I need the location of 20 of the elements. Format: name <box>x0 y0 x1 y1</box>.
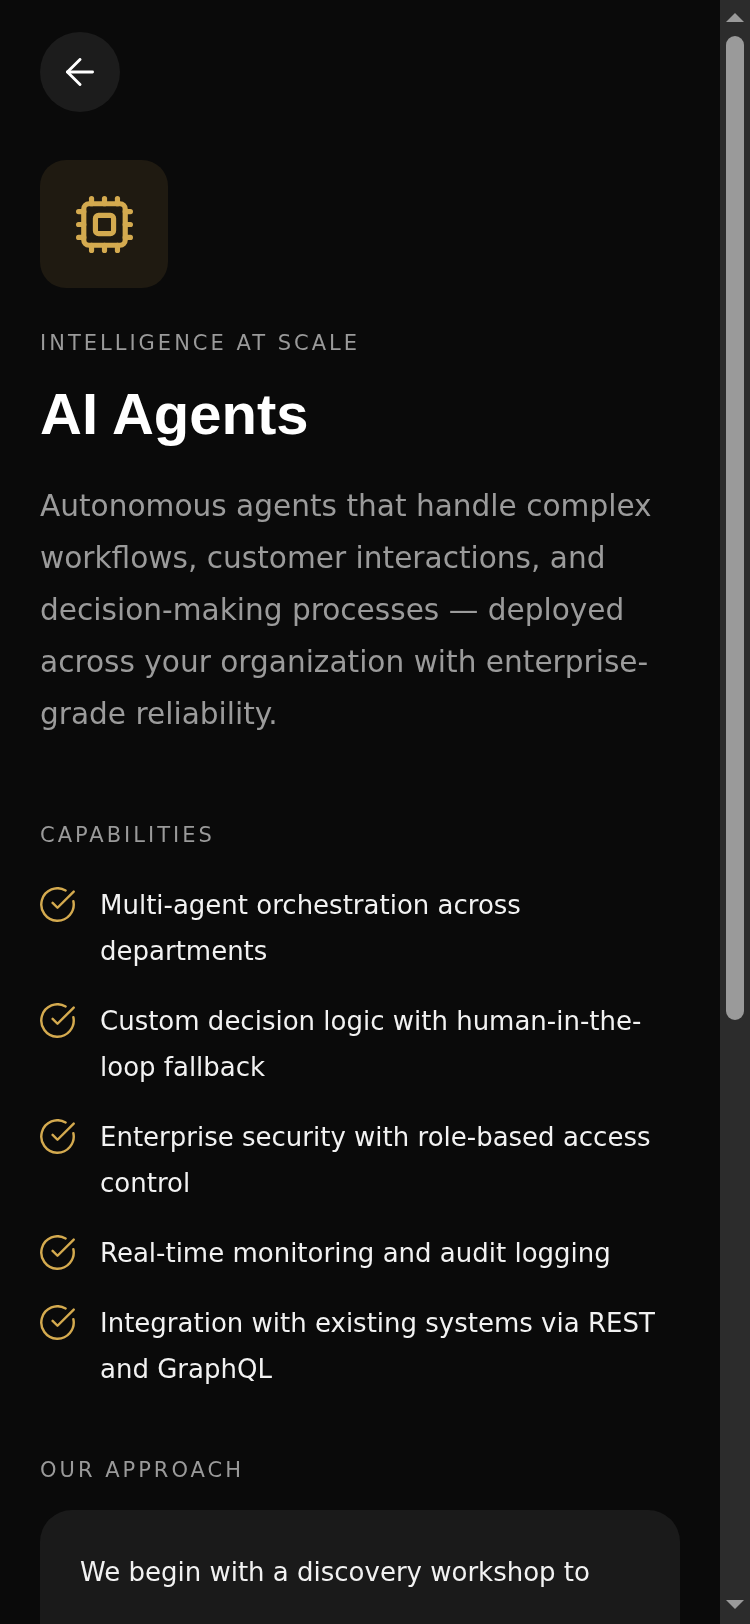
scrollbar-thumb[interactable] <box>726 36 744 1020</box>
page-description: Autonomous agents that handle complex workflows, customer interactions, and decision-making processes — deployed across your organization with enterprise-grade reliability. <box>40 488 653 733</box>
approach-text: We begin with a discovery workshop to <box>80 1556 591 1589</box>
capability-text: Enterprise security with role-based access control <box>100 1121 652 1200</box>
capability-text: Integration with existing systems via REST and GraphQL <box>100 1307 656 1386</box>
scroll-up-arrow-icon[interactable] <box>726 13 744 22</box>
chip-icon <box>40 160 168 288</box>
section-heading: CAPABILITIES <box>40 822 215 849</box>
capability-text: Custom decision logic with human-in-the-loop fallback <box>100 1005 643 1084</box>
capability-text: Multi-agent orchestration across departments <box>100 889 522 968</box>
check-circle-icon <box>40 1235 75 1270</box>
check-circle-icon <box>40 1003 75 1038</box>
check-circle-icon <box>40 1305 75 1340</box>
scroll-down-arrow-icon[interactable] <box>726 1600 744 1609</box>
eyebrow-text: INTELLIGENCE AT SCALE <box>40 330 360 357</box>
capability-text: Real-time monitoring and audit logging <box>100 1237 612 1270</box>
section-heading: OUR APPROACH <box>40 1457 245 1484</box>
page-title: AI Agents <box>40 380 309 448</box>
check-circle-icon <box>40 887 75 922</box>
check-circle-icon <box>40 1119 75 1154</box>
